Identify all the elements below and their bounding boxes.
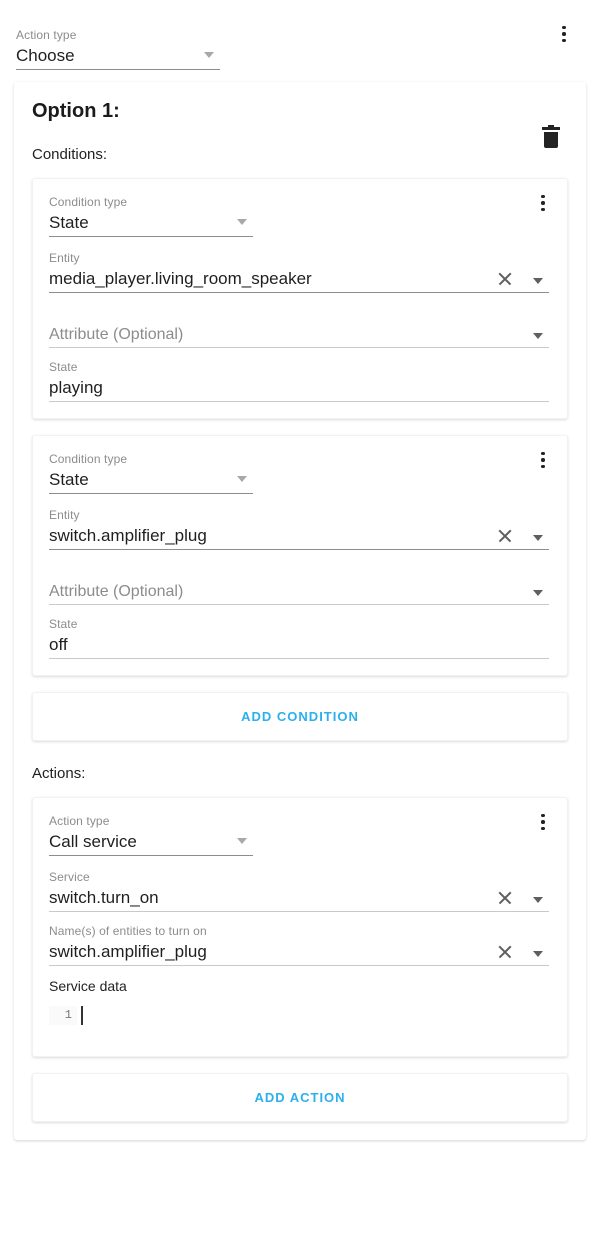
overflow-menu-icon[interactable]	[552, 22, 576, 46]
condition-type-value: State	[49, 470, 89, 489]
service-field[interactable]: Service switch.turn_on	[49, 870, 549, 912]
clear-icon[interactable]	[497, 271, 513, 287]
condition-attribute-field[interactable]: Attribute (Optional)	[49, 309, 549, 348]
state-value: playing	[49, 378, 103, 397]
condition-attribute-field[interactable]: Attribute (Optional)	[49, 566, 549, 605]
condition-type-select[interactable]: Condition type State	[49, 195, 253, 237]
overflow-menu-icon[interactable]	[531, 810, 555, 834]
action-type-label: Action type	[49, 814, 110, 828]
entity-label: Entity	[49, 508, 80, 522]
chevron-down-icon	[237, 476, 247, 482]
clear-icon[interactable]	[497, 890, 513, 906]
chevron-down-icon	[237, 219, 247, 225]
overflow-menu-icon[interactable]	[531, 191, 555, 215]
action-type-value: Choose	[16, 46, 75, 65]
service-value: switch.turn_on	[49, 888, 159, 907]
action-type-select[interactable]: Action type Choose	[16, 28, 220, 70]
condition-type-label: Condition type	[49, 195, 128, 209]
chevron-down-icon[interactable]	[533, 951, 543, 957]
chevron-down-icon[interactable]	[533, 897, 543, 903]
action-type-label: Action type	[16, 28, 77, 42]
option-title: Option 1:	[32, 100, 120, 122]
service-data-code-editor[interactable]: 1	[49, 1006, 549, 1040]
state-value: off	[49, 635, 68, 654]
chevron-down-icon[interactable]	[533, 590, 543, 596]
automation-editor-page: Action type Choose Option 1: Conditions:…	[0, 0, 600, 1244]
trash-icon[interactable]	[540, 125, 562, 150]
condition-type-select[interactable]: Condition type State	[49, 452, 253, 494]
state-label: State	[49, 617, 78, 631]
entities-field[interactable]: Name(s) of entities to turn on switch.am…	[49, 924, 549, 966]
clear-icon[interactable]	[497, 528, 513, 544]
entity-label: Entity	[49, 251, 80, 265]
action-type-select[interactable]: Action type Call service	[49, 814, 253, 856]
action-card: Action type Call service Service switch.…	[32, 797, 568, 1057]
chevron-down-icon	[204, 52, 214, 58]
top-action-type-row: Action type Choose	[0, 0, 600, 78]
service-label: Service	[49, 870, 90, 884]
actions-heading: Actions:	[32, 765, 86, 782]
overflow-menu-icon[interactable]	[531, 448, 555, 472]
text-cursor	[81, 1006, 83, 1025]
condition-card: Condition type State Entity switch.ampli…	[32, 435, 568, 676]
add-condition-button[interactable]: ADD CONDITION	[32, 692, 568, 741]
chevron-down-icon[interactable]	[533, 535, 543, 541]
condition-card: Condition type State Entity media_player…	[32, 178, 568, 419]
attribute-placeholder: Attribute (Optional)	[49, 583, 184, 600]
condition-state-field[interactable]: State playing	[49, 360, 549, 402]
add-action-button[interactable]: ADD ACTION	[32, 1073, 568, 1122]
condition-type-value: State	[49, 213, 89, 232]
service-data-label: Service data	[49, 978, 127, 994]
entity-value: switch.amplifier_plug	[49, 526, 207, 545]
clear-icon[interactable]	[497, 944, 513, 960]
chevron-down-icon[interactable]	[533, 278, 543, 284]
conditions-heading: Conditions:	[32, 146, 108, 163]
condition-entity-field[interactable]: Entity switch.amplifier_plug	[49, 508, 549, 550]
option-card: Option 1: Conditions: Condition type Sta…	[14, 82, 586, 1140]
action-type-value: Call service	[49, 832, 137, 851]
code-line-number: 1	[49, 1006, 77, 1025]
chevron-down-icon[interactable]	[533, 333, 543, 339]
condition-type-label: Condition type	[49, 452, 128, 466]
attribute-placeholder: Attribute (Optional)	[49, 326, 184, 343]
chevron-down-icon	[237, 838, 247, 844]
state-label: State	[49, 360, 78, 374]
condition-state-field[interactable]: State off	[49, 617, 549, 659]
entities-value: switch.amplifier_plug	[49, 942, 207, 961]
condition-entity-field[interactable]: Entity media_player.living_room_speaker	[49, 251, 549, 293]
entities-label: Name(s) of entities to turn on	[49, 924, 207, 938]
entity-value: media_player.living_room_speaker	[49, 269, 312, 288]
